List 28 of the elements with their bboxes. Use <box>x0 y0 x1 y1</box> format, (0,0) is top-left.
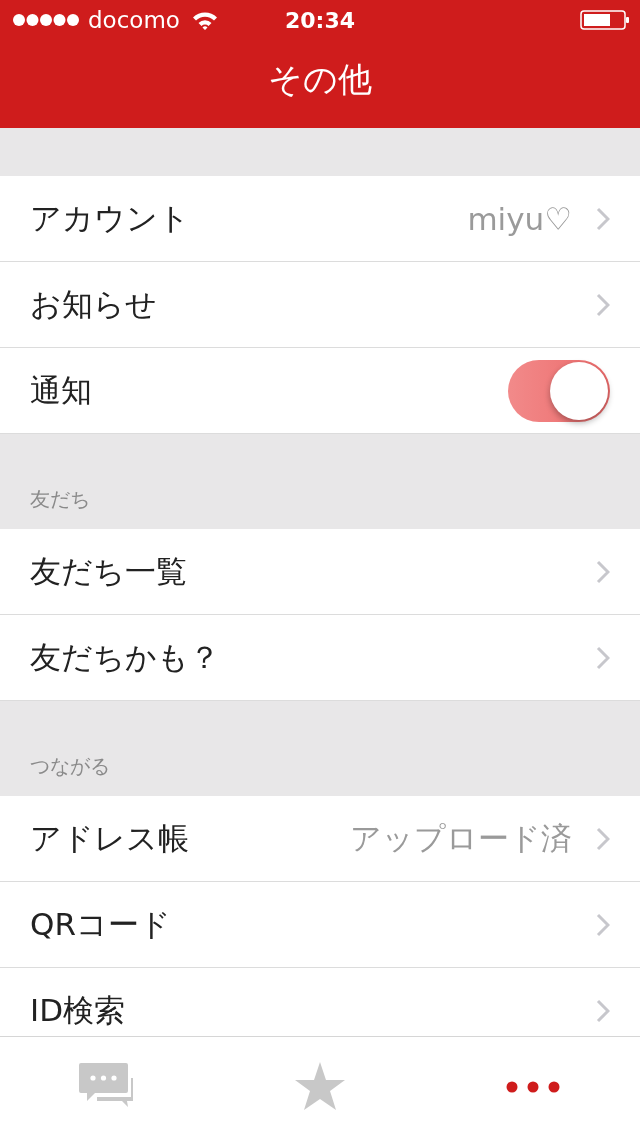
settings-row[interactable]: 友だちかも？ <box>0 615 640 701</box>
chevron-icon <box>596 292 610 317</box>
wifi-icon <box>191 10 218 30</box>
settings-row[interactable]: QRコード <box>0 882 640 968</box>
chevron-icon <box>596 912 610 937</box>
settings-row[interactable]: 友だち一覧 <box>0 529 640 615</box>
chevron-icon <box>596 206 610 231</box>
row-value: アップロード済 <box>350 818 572 858</box>
settings-row[interactable]: ID検索 <box>0 968 640 1036</box>
section-header: 友だち <box>30 486 90 513</box>
section-header: つながる <box>30 753 110 780</box>
battery-icon <box>580 10 630 30</box>
screen-title: その他 <box>267 58 373 101</box>
settings-row[interactable]: アカウント miyu♡ <box>0 176 640 262</box>
row-label: 通知 <box>30 370 93 410</box>
row-value: miyu♡ <box>467 200 572 237</box>
star-icon[interactable] <box>294 1061 346 1112</box>
signal-icon <box>12 13 80 27</box>
chevron-icon <box>596 645 610 670</box>
more-icon[interactable] <box>506 1080 561 1093</box>
toggle-switch[interactable] <box>508 359 610 422</box>
chevron-icon <box>596 998 610 1023</box>
chevron-icon <box>596 826 610 851</box>
settings-row[interactable]: アドレス帳 アップロード済 <box>0 796 640 882</box>
clock-time: 20:34 <box>284 7 356 33</box>
chevron-icon <box>596 559 610 584</box>
carrier-name: docomo <box>88 7 180 33</box>
settings-row[interactable]: お知らせ <box>0 262 640 348</box>
